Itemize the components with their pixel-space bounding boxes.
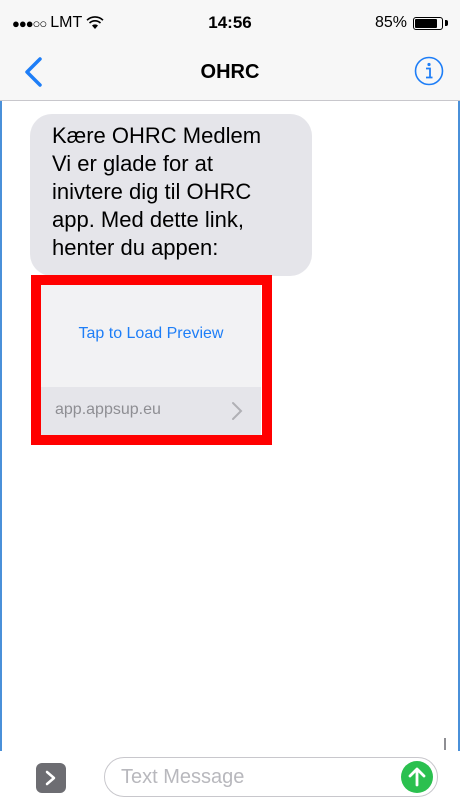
tap-to-load-preview[interactable]: Tap to Load Preview	[41, 325, 261, 343]
message-line: inivtere dig til OHRC	[52, 179, 252, 204]
message-input-bar	[0, 751, 460, 807]
message-bubble: Kære OHRC Medlem Vi er glade for at iniv…	[30, 114, 312, 276]
info-icon[interactable]	[414, 56, 444, 86]
apps-button[interactable]	[36, 763, 66, 793]
battery-fill	[415, 18, 437, 28]
scroll-indicator	[444, 738, 446, 750]
link-preview-card[interactable]: Tap to Load Preview app.appsup.eu	[41, 285, 261, 435]
chevron-right-icon	[45, 770, 56, 786]
conversation-title: OHRC	[200, 61, 260, 83]
send-button[interactable]	[401, 761, 433, 793]
nav-bar: OHRC	[0, 44, 460, 101]
frame-border-left	[0, 0, 2, 807]
battery-icon	[413, 16, 443, 30]
status-bar: ●●●○○ LMT 14:56 85%	[0, 0, 460, 44]
chevron-right-icon	[232, 402, 243, 420]
text-message-input[interactable]	[121, 764, 381, 790]
message-line: Vi er glade for at	[52, 151, 214, 176]
status-right: 85%	[375, 14, 448, 32]
arrow-up-icon	[408, 767, 426, 787]
message-line: app. Med dette link,	[52, 207, 245, 232]
message-line: Kære OHRC Medlem	[52, 123, 262, 148]
text-message-field[interactable]	[104, 757, 438, 797]
link-url[interactable]: app.appsup.eu	[55, 401, 161, 419]
battery-tip	[445, 20, 448, 26]
link-preview-footer[interactable]: app.appsup.eu	[41, 387, 261, 435]
message-line: henter du appen:	[52, 235, 219, 260]
battery-percent: 85%	[374, 14, 407, 31]
